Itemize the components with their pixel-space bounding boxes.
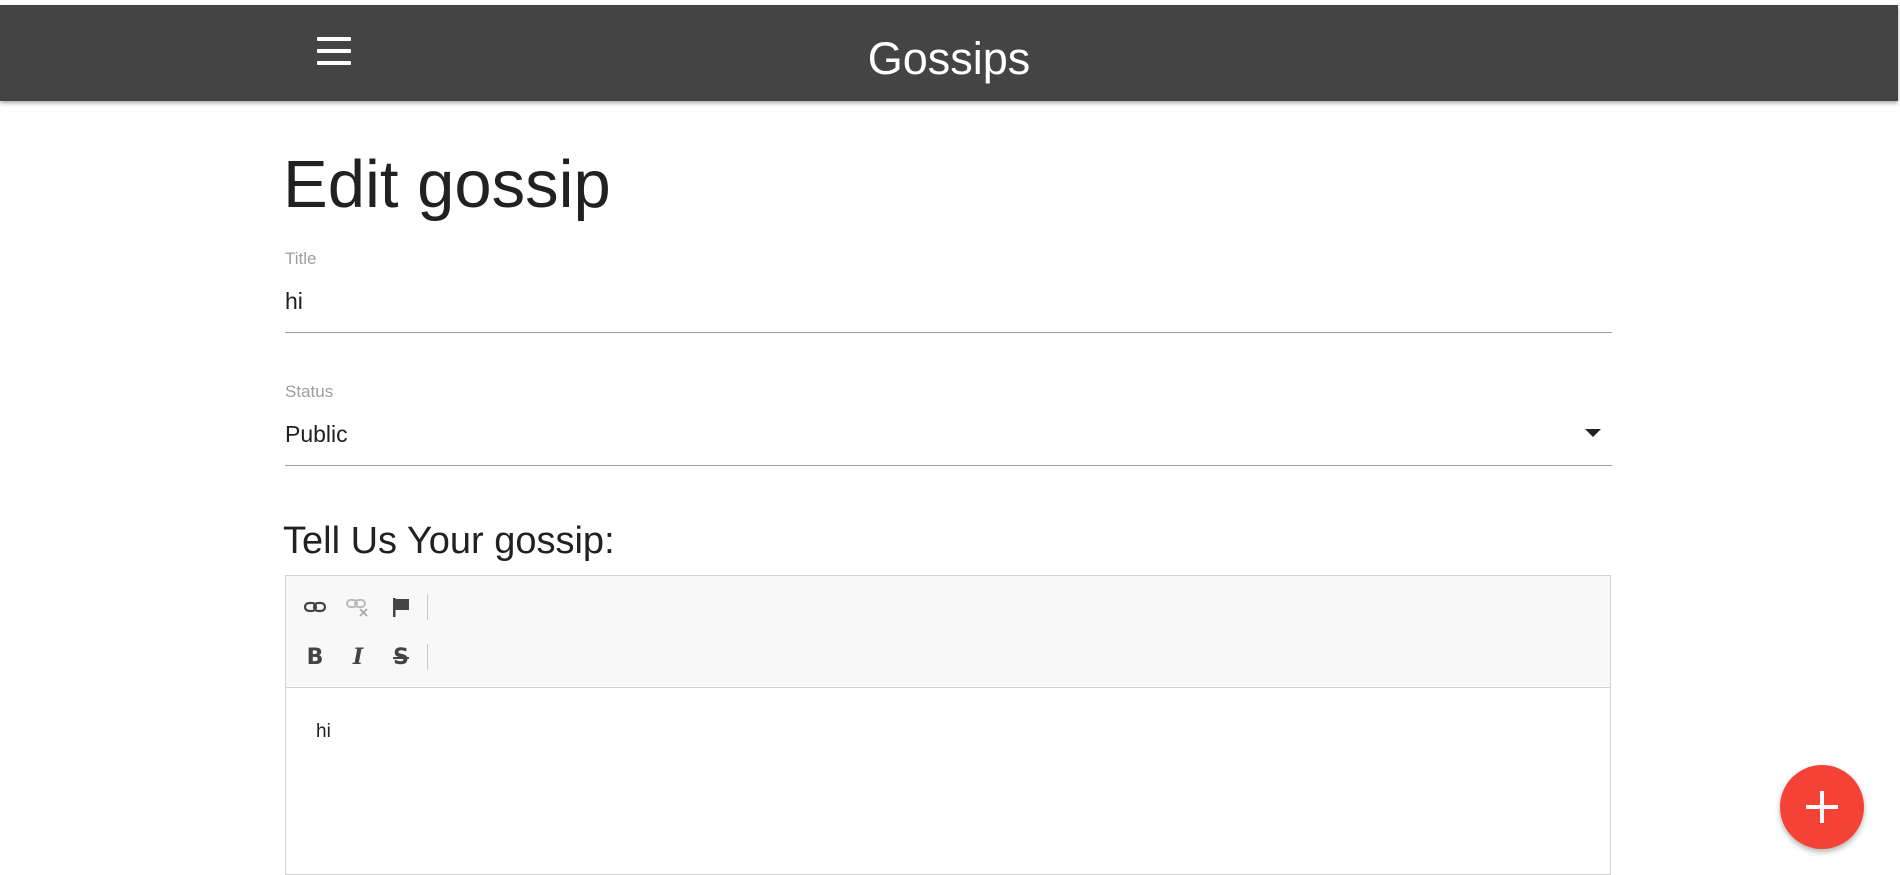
status-select[interactable]: Public [285,421,348,448]
unlink-icon[interactable] [343,592,373,622]
status-field-label: Status [285,382,334,401]
content-heading: Tell Us Your gossip: [283,520,615,562]
title-input[interactable]: hi [285,288,303,315]
dropdown-arrow-icon[interactable] [1585,429,1601,437]
editor-content-area[interactable]: hi [316,721,331,743]
editor-toolbar: B I S [286,576,1610,688]
anchor-flag-icon[interactable] [386,592,416,622]
page-title: Edit gossip [283,147,611,222]
title-input-underline [285,332,1612,333]
toolbar-separator [427,594,428,620]
rich-text-editor: B I S hi [285,575,1611,875]
bold-icon[interactable]: B [300,642,330,672]
add-gossip-button[interactable] [1780,765,1864,849]
title-field-label: Title [285,249,317,268]
strikethrough-icon[interactable]: S [386,642,416,672]
app-header: Gossips [0,5,1898,101]
link-icon[interactable] [300,592,330,622]
toolbar-separator [427,644,428,670]
status-select-underline [285,465,1612,466]
app-title: Gossips [867,33,1031,84]
italic-icon[interactable]: I [343,642,373,672]
